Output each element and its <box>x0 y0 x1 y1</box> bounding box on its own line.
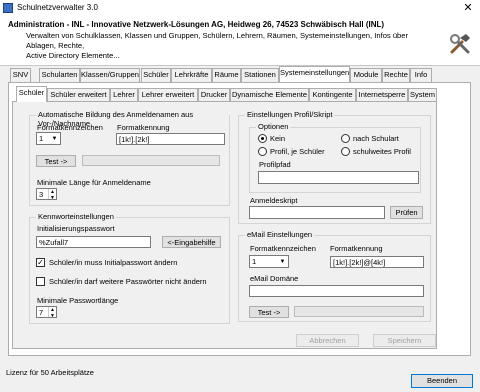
email-group-title: eMail Einstellungen <box>245 230 315 239</box>
email-format-value: 1 <box>252 257 257 266</box>
email-domain-label: eMail Domäne <box>250 274 299 283</box>
login-format-dropdown[interactable]: 1 ▼ <box>36 132 61 145</box>
check-script-button[interactable]: Prüfen <box>390 206 423 219</box>
cancel-button[interactable]: Abbrechen <box>296 334 359 347</box>
opt-none-radio[interactable] <box>258 134 267 143</box>
password-help-button[interactable]: <-Eingabehilfe <box>162 236 221 248</box>
subtab-schueler-erweitert[interactable]: Schüler erweitert <box>47 88 110 102</box>
header-desc-line2: Active Directory Elemente... <box>26 51 120 60</box>
chevron-down-icon: ▼ <box>51 136 58 142</box>
tab-klassen-gruppen[interactable]: Klassen/Gruppen <box>80 68 140 82</box>
password-group: Kennworteinstellungen <box>29 212 230 324</box>
email-pattern-label: Formatkennung <box>330 244 383 253</box>
profile-path-input[interactable] <box>258 171 419 184</box>
profile-group-title: Einstellungen Profil/Skript <box>245 110 335 119</box>
login-pattern-input[interactable]: [1k!].[2k!] <box>116 133 225 145</box>
window-title: Schulnetzverwalter 3.0 <box>17 3 98 12</box>
opt-none-label: Kein <box>270 134 286 143</box>
password-minlen-label: Minimale Passwortlänge <box>37 296 119 305</box>
login-minlen-value: 3 <box>39 190 44 199</box>
opt-school-type-radio[interactable] <box>341 134 350 143</box>
subtab-lehrer[interactable]: Lehrer <box>110 88 138 102</box>
subtab-dynamische-elemente[interactable]: Dynamische Elemente <box>230 88 309 102</box>
email-format-label: Formatkennzeichen <box>250 244 316 253</box>
save-button[interactable]: Speichern <box>373 334 436 347</box>
login-pattern-label: Formatkennung <box>117 123 170 132</box>
spin-arrows-icon[interactable]: ▲ ▼ <box>48 189 56 199</box>
tab-rechte[interactable]: Rechte <box>382 68 410 82</box>
password-minlen-stepper[interactable]: 7 ▲ ▼ <box>36 306 57 318</box>
tab-systemeinstellungen[interactable]: Systemeinstellungen <box>279 66 350 82</box>
opt-school-type-label: nach Schulart <box>353 134 399 143</box>
tab-stationen[interactable]: Stationen <box>241 68 279 82</box>
tab-schularten[interactable]: Schularten <box>39 68 80 82</box>
opt-school-wide-radio[interactable] <box>341 147 350 156</box>
email-test-button[interactable]: Test -> <box>249 306 289 318</box>
tools-icon <box>450 34 470 54</box>
spin-arrows-icon[interactable]: ▲ ▼ <box>48 307 56 317</box>
chevron-down-icon: ▼ <box>279 259 286 265</box>
license-text: Lizenz für 50 Arbeitsplätze <box>6 368 94 377</box>
header-title: Administration - INL - Innovative Netzwe… <box>8 20 385 29</box>
tab-module[interactable]: Module <box>350 68 382 82</box>
password-init-input[interactable]: %Zufall7 <box>36 236 151 248</box>
login-minlen-label: Minimale Länge für Anmeldename <box>37 178 151 187</box>
script-input[interactable] <box>249 206 385 219</box>
login-format-value: 1 <box>39 134 44 143</box>
app-icon <box>3 3 13 13</box>
email-test-result <box>294 306 424 317</box>
no-change-checkbox[interactable] <box>36 277 45 286</box>
password-minlen-value: 7 <box>39 308 44 317</box>
login-minlen-stepper[interactable]: 3 ▲ ▼ <box>36 188 57 200</box>
must-change-checkbox[interactable]: ✓ <box>36 258 45 267</box>
subtab-lehrer-erweitert[interactable]: Lehrer erweitert <box>138 88 198 102</box>
subtab-drucker[interactable]: Drucker <box>198 88 230 102</box>
header-description: Verwalten von Schulklassen, Klassen und … <box>26 31 436 61</box>
tab-info[interactable]: Info <box>410 68 432 82</box>
password-init-label: Initialisierungspasswort <box>37 224 115 233</box>
header: Administration - INL - Innovative Netzwe… <box>0 16 480 66</box>
no-change-label: Schüler/in darf weitere Passwörter nicht… <box>49 277 207 286</box>
email-pattern-input[interactable]: [1k!].[2k!]@[4k!] <box>330 256 424 268</box>
login-test-button[interactable]: Test -> <box>36 155 76 167</box>
tab-snv[interactable]: SNV <box>10 68 31 82</box>
email-domain-input[interactable] <box>249 285 424 297</box>
login-test-result <box>82 155 220 166</box>
opt-per-student-label: Profil, je Schüler <box>270 147 325 156</box>
title-bar: Schulnetzverwalter 3.0 ✕ <box>0 0 480 16</box>
tab-schueler[interactable]: Schüler <box>141 68 171 82</box>
quit-button[interactable]: Beenden <box>411 374 473 388</box>
tab-raeume[interactable]: Räume <box>212 68 241 82</box>
opt-per-student-radio[interactable] <box>258 147 267 156</box>
subtab-kontingente[interactable]: Kontingente <box>309 88 356 102</box>
password-group-title: Kennworteinstellungen <box>36 212 116 221</box>
options-group-title: Optionen <box>256 122 291 131</box>
subtab-schueler[interactable]: Schüler <box>16 86 47 102</box>
must-change-label: Schüler/in muss Initialpasswort ändern <box>49 258 178 267</box>
subtab-internetsperre[interactable]: Internetsperre <box>356 88 408 102</box>
close-icon[interactable]: ✕ <box>460 1 476 15</box>
profile-path-label: Profilpfad <box>259 160 291 169</box>
opt-school-wide-label: schulweites Profil <box>353 147 411 156</box>
tab-lehrkraefte[interactable]: Lehrkräfte <box>171 68 212 82</box>
email-format-dropdown[interactable]: 1 ▼ <box>249 255 289 268</box>
script-label: Anmeldeskript <box>250 196 298 205</box>
subtab-system[interactable]: System <box>408 88 437 102</box>
login-format-label: Formatkennzeichen <box>37 123 103 132</box>
header-desc-line1: Verwalten von Schulklassen, Klassen und … <box>26 31 409 50</box>
